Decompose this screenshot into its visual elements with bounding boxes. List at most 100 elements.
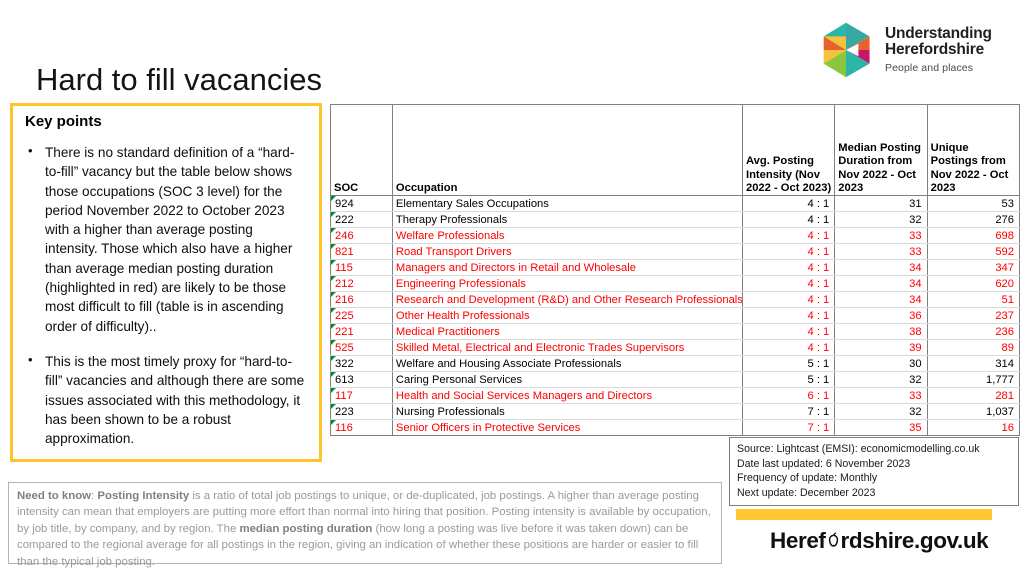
need-to-know-box: Need to know: Posting Intensity is a rat… [8,482,722,568]
cell-unique-postings: 1,037 [926,403,1021,420]
comment-indicator-icon [331,292,336,297]
cell-avg-posting-intensity: 4 : 1 [741,275,836,292]
cell-occupation: Other Health Professionals [391,307,743,324]
cell-unique-postings: 16 [926,419,1021,436]
comment-indicator-icon [331,324,336,329]
cell-unique-postings: 281 [926,387,1021,404]
cell-unique-postings: 620 [926,275,1021,292]
comment-indicator-icon [331,420,336,425]
cell-avg-posting-intensity: 4 : 1 [741,227,836,244]
hard-to-fill-vacancies-table-wrapper: SOC Occupation Avg. Posting Intensity (N… [330,104,1021,436]
brand-accent-bar [736,509,992,520]
cell-occupation: Skilled Metal, Electrical and Electronic… [391,339,743,356]
column-header-avg-posting-intensity: Avg. Posting Intensity (Nov 2022 - Oct 2… [741,104,836,196]
posting-intensity-term: Posting Intensity [97,490,190,502]
cell-avg-posting-intensity: 5 : 1 [741,355,836,372]
apple-icon [826,530,841,549]
comment-indicator-icon [331,404,336,409]
table-header-row: SOC Occupation Avg. Posting Intensity (N… [330,104,1021,196]
cell-avg-posting-intensity: 4 : 1 [741,259,836,276]
logo-subtitle: People and places [885,61,974,74]
cell-occupation: Welfare Professionals [391,227,743,244]
table-row: 116 Senior Officers in Protective Service… [330,419,1021,436]
comment-indicator-icon [331,340,336,345]
cell-soc: 223 [330,403,393,420]
comment-indicator-icon [331,356,336,361]
table-row: 613 Caring Personal Services 5 : 1 32 1,777 [330,371,1021,388]
cell-unique-postings: 236 [926,323,1021,340]
table-row: 924 Elementary Sales Occupations 4 : 1 31 53 [330,195,1021,212]
cell-avg-posting-intensity: 4 : 1 [741,243,836,260]
logo-text-block: Understanding Herefordshire People and p… [885,25,992,74]
cell-avg-posting-intensity: 4 : 1 [741,195,836,212]
cell-median-posting-duration: 35 [834,419,928,436]
cell-median-posting-duration: 39 [834,339,928,356]
table-header: SOC Occupation Avg. Posting Intensity (N… [330,104,1021,196]
cell-soc: 115 [330,259,393,276]
cell-soc: 821 [330,243,393,260]
herefordshire-gov-uk-branding: Heref rdshire.gov.uk [770,528,989,554]
key-points-box: Key points • There is no standard defini… [10,103,322,462]
cell-avg-posting-intensity: 4 : 1 [741,323,836,340]
need-to-know-label: Need to know [17,490,92,502]
cell-avg-posting-intensity: 7 : 1 [741,403,836,420]
cell-unique-postings: 592 [926,243,1021,260]
source-note-box: Source: Lightcast (EMSI): economicmodell… [729,437,1019,507]
table-row: 246 Welfare Professionals 4 : 1 33 698 [330,227,1021,244]
cell-avg-posting-intensity: 4 : 1 [741,307,836,324]
key-point-item: • This is the most timely proxy for “har… [23,352,309,448]
frequency-line: Frequency of update: Monthly [737,472,878,485]
table-row: 322 Welfare and Housing Associate Profess… [330,355,1021,372]
cell-occupation: Welfare and Housing Associate Profession… [391,355,743,372]
bullet-icon: • [28,351,33,367]
bullet-icon: • [28,143,33,158]
median-posting-duration-term: median posting duration [239,522,373,535]
key-points-list: • There is no standard definition of a “… [23,143,309,448]
cell-soc: 216 [330,291,393,308]
cell-median-posting-duration: 34 [834,259,928,276]
cell-median-posting-duration: 36 [834,307,928,324]
cell-occupation: Medical Practitioners [391,323,743,340]
table-row: 212 Engineering Professionals 4 : 1 34 620 [330,275,1021,292]
cell-median-posting-duration: 32 [834,211,928,228]
comment-indicator-icon [331,196,336,201]
cell-unique-postings: 347 [926,259,1021,276]
cell-occupation: Nursing Professionals [391,403,743,420]
cell-occupation: Senior Officers in Protective Services [391,419,743,436]
cell-soc: 246 [330,227,393,244]
next-update-line: Next update: December 2023 [737,486,876,499]
cell-unique-postings: 53 [926,195,1021,212]
cell-median-posting-duration: 33 [834,387,928,404]
key-points-heading: Key points [25,113,102,130]
cell-avg-posting-intensity: 4 : 1 [741,291,836,308]
cell-soc: 221 [330,323,393,340]
cell-avg-posting-intensity: 7 : 1 [741,419,836,436]
cell-occupation: Therapy Professionals [391,211,743,228]
cell-median-posting-duration: 33 [834,227,928,244]
cell-soc: 225 [330,307,393,324]
cell-unique-postings: 1,777 [926,371,1021,388]
table-body: 924 Elementary Sales Occupations 4 : 1 31 53… [330,195,1021,436]
cell-unique-postings: 698 [926,227,1021,244]
table-row: 225 Other Health Professionals 4 : 1 36 237 [330,307,1021,324]
page-title: Hard to fill vacancies [36,62,323,97]
table-row: 222 Therapy Professionals 4 : 1 32 276 [330,211,1021,228]
cell-unique-postings: 51 [926,291,1021,308]
cell-soc: 116 [330,419,393,436]
cell-occupation: Health and Social Services Managers and … [391,387,743,404]
table-row: 821 Road Transport Drivers 4 : 1 33 592 [330,243,1021,260]
table-row: 117 Health and Social Services Managers a… [330,387,1021,404]
logo-title-line2: Herefordshire [885,41,985,59]
cell-avg-posting-intensity: 5 : 1 [741,371,836,388]
key-point-item: • There is no standard definition of a “… [23,143,309,336]
table-row: 216 Research and Development (R&D) and Ot… [330,291,1021,308]
table-row: 223 Nursing Professionals 7 : 1 32 1,037 [330,403,1021,420]
cell-soc: 924 [330,195,393,212]
table-row: 221 Medical Practitioners 4 : 1 38 236 [330,323,1021,340]
comment-indicator-icon [331,244,336,249]
comment-indicator-icon [331,388,336,393]
comment-indicator-icon [331,228,336,233]
hard-to-fill-vacancies-table: SOC Occupation Avg. Posting Intensity (N… [330,104,1021,436]
brand-text-after: rdshire.gov.uk [840,528,989,553]
cell-soc: 613 [330,371,393,388]
